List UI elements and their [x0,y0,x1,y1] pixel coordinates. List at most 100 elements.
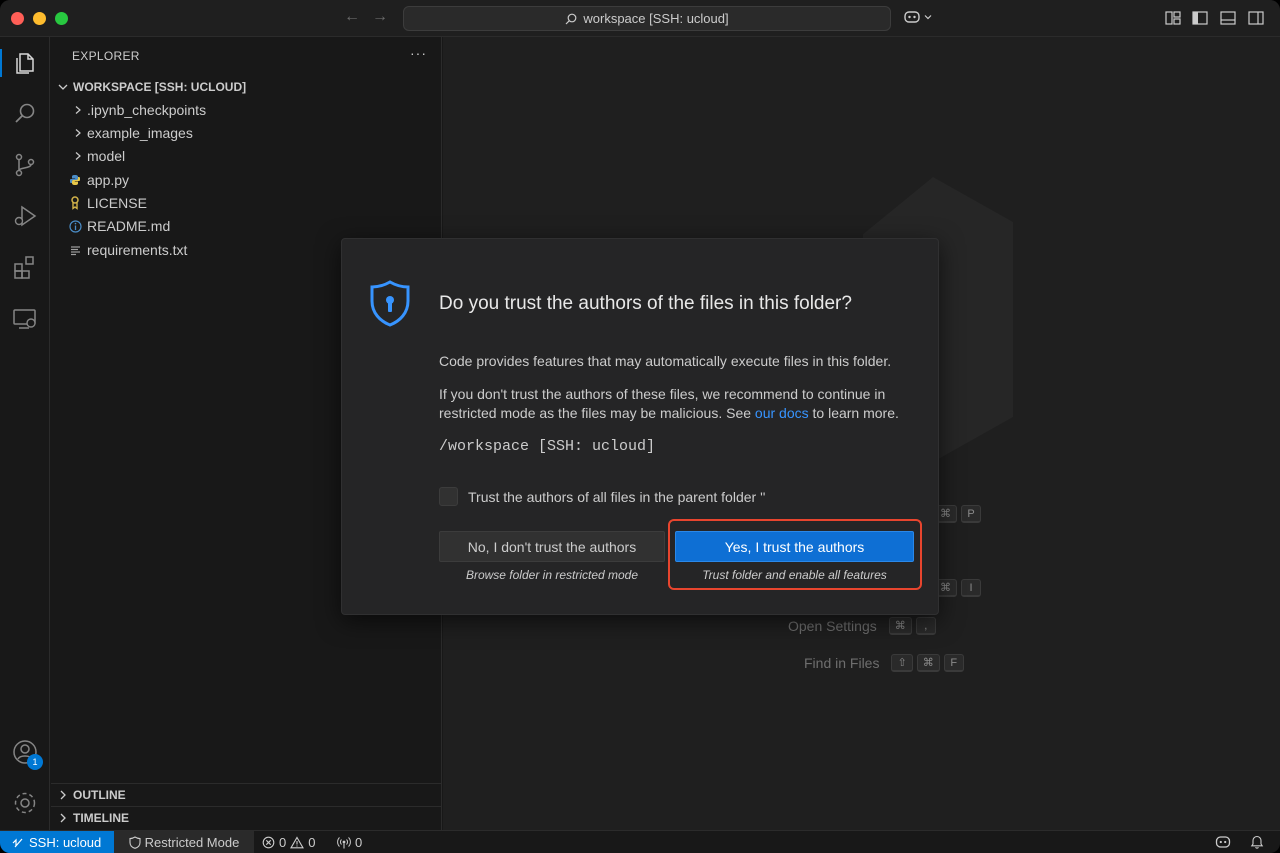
shortcut-name: Open Settings [788,618,877,634]
title-bar: ← → workspace [SSH: ucloud] [0,0,1280,37]
dont-trust-description: Browse folder in restricted mode [465,568,639,582]
source-control-icon[interactable] [11,151,39,179]
trust-parent-checkbox[interactable] [439,487,458,506]
gear-icon[interactable] [11,789,39,817]
chevron-right-icon [71,103,85,117]
copilot-icon[interactable] [1215,834,1231,850]
restricted-mode-indicator[interactable]: Restricted Mode [114,831,254,853]
search-icon [565,13,577,24]
tree-item-app-py[interactable]: app.py [51,169,441,191]
warning-icon [290,836,305,849]
key-cap: P [961,505,981,523]
explorer-title: EXPLORER [72,49,140,63]
outline-section-header[interactable]: OUTLINE [51,783,441,805]
warning-count: 0 [308,835,316,850]
outline-label: OUTLINE [73,787,126,802]
tree-item-example-images[interactable]: example_images [51,122,441,144]
forward-arrow-icon[interactable]: → [372,8,388,26]
tree-item-ipynb-checkpoints[interactable]: .ipynb_checkpoints [51,99,441,121]
search-icon[interactable] [11,100,39,128]
explorer-icon[interactable] [11,49,39,77]
tree-item-label: LICENSE [87,195,147,211]
remote-icon [12,838,23,847]
tree-item-model[interactable]: model [51,145,441,167]
vscode-window: ← → workspace [SSH: ucloud] 1 EXPLORER ·… [0,0,1280,853]
more-actions-button[interactable]: ··· [410,45,427,61]
tree-item-label: app.py [87,172,130,188]
info-icon [68,219,82,233]
chevron-right-icon [60,790,66,799]
remote-explorer-icon[interactable] [11,305,39,333]
minimize-window-button[interactable] [33,12,46,25]
text-file-icon [68,243,82,257]
shortcut-row-partial-3: ⌘ I [934,579,985,597]
tree-item-label: example_images [87,125,193,141]
key-cap: ⌘ [888,617,912,635]
shortcut-row-partial-1: ⌘ P [934,505,985,523]
chevron-down-icon [58,84,68,90]
copilot-menu-button[interactable] [903,9,933,25]
bell-icon[interactable] [1249,834,1265,850]
activity-bar: 1 [0,37,50,830]
trust-authors-description: Trust folder and enable all features [702,568,887,582]
error-icon [262,836,275,849]
restricted-mode-label: Restricted Mode [144,835,240,850]
tree-item-label: requirements.txt [87,242,188,258]
tree-item-license[interactable]: LICENSE [51,192,441,214]
dialog-description: Code provides features that may automati… [439,353,892,369]
back-arrow-icon[interactable]: ← [344,8,360,26]
copilot-icon [904,11,920,23]
error-count: 0 [279,835,287,850]
trust-authors-button[interactable]: Yes, I trust the authors [675,531,914,562]
tree-item-readme[interactable]: README.md [51,215,441,237]
license-file-icon [68,196,82,210]
shield-icon [129,836,141,849]
shortcut-find-in-files[interactable]: Find in Files ⇧ ⌘ F [804,654,968,672]
shield-lock-icon [370,280,410,327]
folder-path: /workspace [SSH: ucloud] [439,438,656,455]
timeline-label: TIMELINE [73,810,129,825]
key-cap: I [961,579,981,597]
our-docs-link[interactable]: our docs [755,405,809,421]
chevron-right-icon [60,813,66,822]
remote-indicator[interactable]: SSH: ucloud [0,831,114,853]
active-indicator [0,49,2,77]
broadcast-icon [337,837,351,849]
dialog-title: Do you trust the authors of the files in… [439,293,852,314]
python-file-icon [68,173,82,187]
toggle-primary-sidebar-icon[interactable] [1191,9,1209,27]
workspace-section-header[interactable]: WORKSPACE [SSH: UCLOUD] [51,77,441,97]
command-center-label: workspace [SSH: ucloud] [583,11,729,26]
chevron-down-icon [924,15,932,20]
workspace-trust-dialog: Do you trust the authors of the files in… [341,238,939,615]
ports-indicator[interactable]: 0 [337,831,362,853]
key-cap: ⌘ [916,654,940,672]
key-cap: F [943,654,964,672]
command-center-search[interactable]: workspace [SSH: ucloud] [403,6,891,31]
timeline-section-header[interactable]: TIMELINE [51,806,441,828]
shortcut-name: Find in Files [804,655,880,671]
chevron-right-icon [71,149,85,163]
toggle-secondary-sidebar-icon[interactable] [1247,9,1265,27]
customize-layout-icon[interactable] [1164,9,1182,27]
dont-trust-button[interactable]: No, I don't trust the authors [439,531,665,562]
close-window-button[interactable] [11,12,24,25]
status-bar: SSH: ucloud Restricted Mode 0 0 0 [0,830,1280,853]
workspace-label: WORKSPACE [SSH: UCLOUD] [73,80,247,94]
maximize-window-button[interactable] [55,12,68,25]
accounts-badge: 1 [27,754,43,770]
problems-indicator[interactable]: 0 0 [262,831,315,853]
run-debug-icon[interactable] [11,202,39,230]
chevron-right-icon [71,126,85,140]
remote-label: SSH: ucloud [29,835,102,850]
extensions-icon[interactable] [11,253,39,281]
shortcut-open-settings[interactable]: Open Settings ⌘ , [788,617,940,635]
dialog-note-text-end: to learn more. [808,405,899,421]
toggle-panel-icon[interactable] [1219,9,1237,27]
trust-parent-option[interactable]: Trust the authors of all files in the pa… [439,487,765,506]
tree-item-label: .ipynb_checkpoints [87,102,207,118]
ports-count: 0 [355,835,363,850]
tree-item-label: model [87,148,126,164]
key-cap: ⇧ [891,654,913,672]
trust-parent-label: Trust the authors of all files in the pa… [468,488,766,505]
